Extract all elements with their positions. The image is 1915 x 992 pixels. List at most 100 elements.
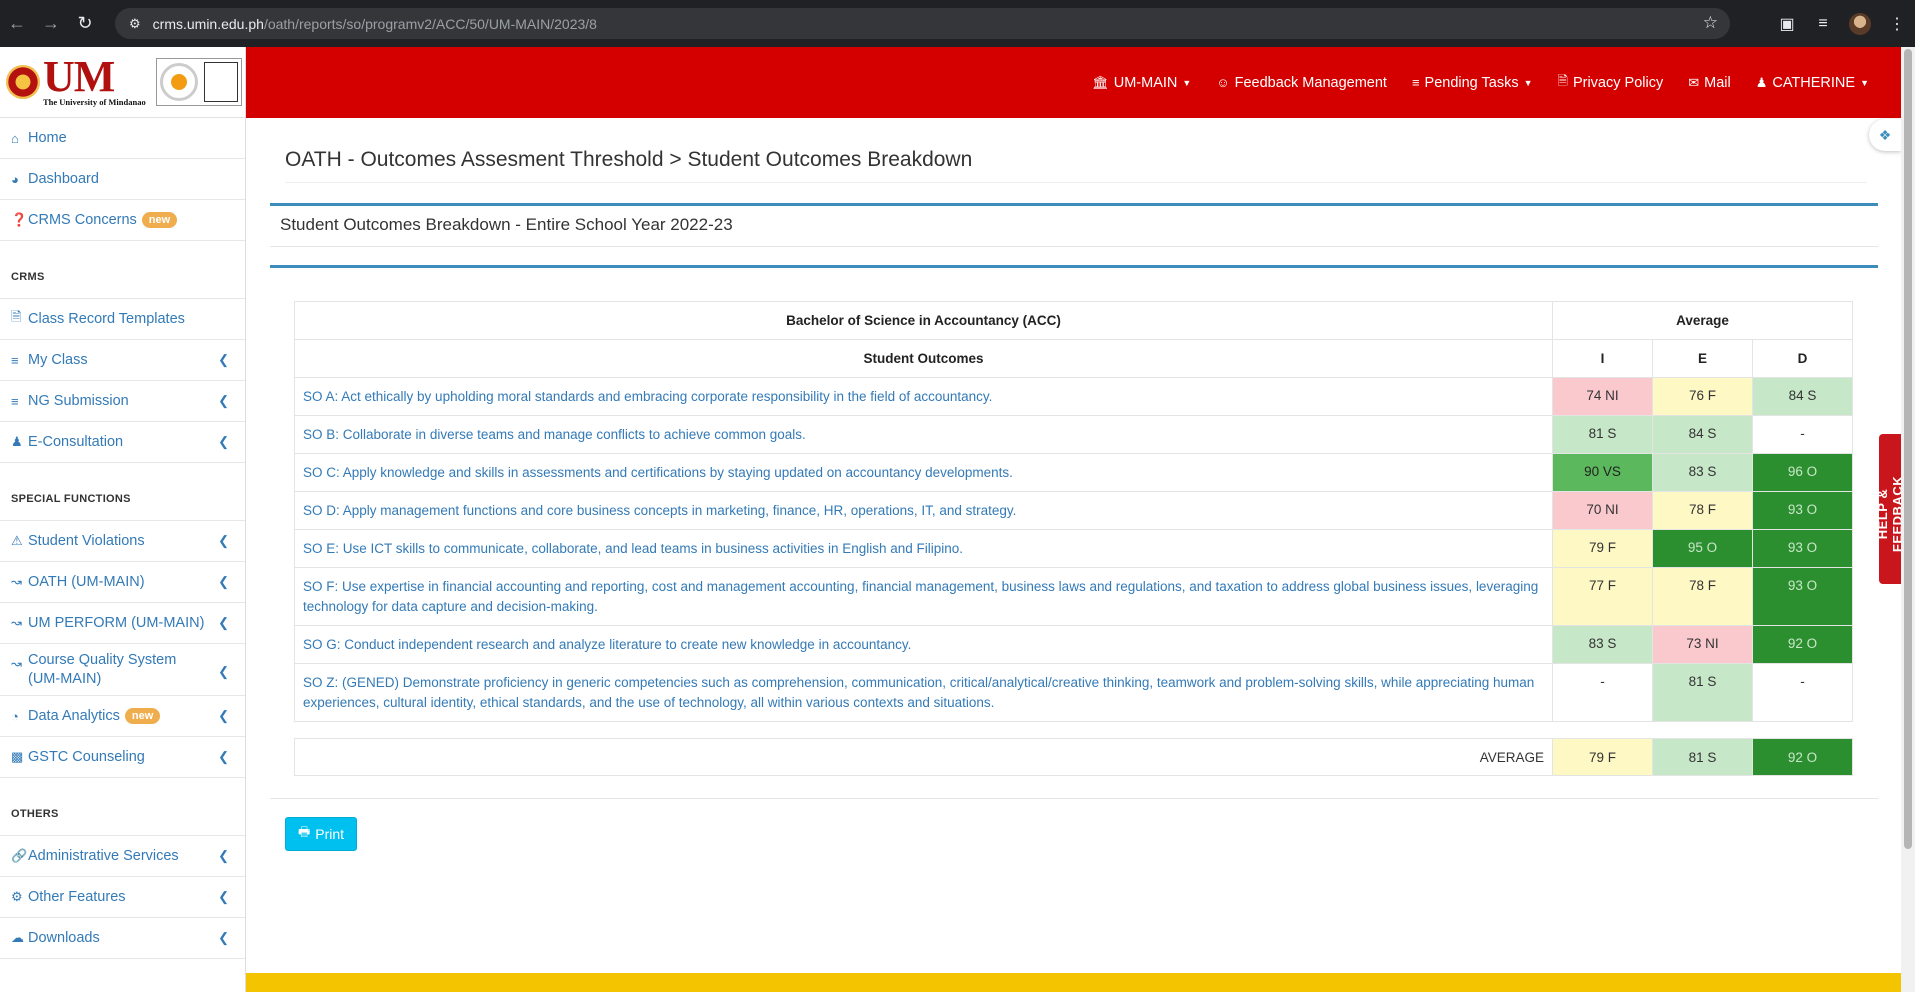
mail-link[interactable]: ✉ Mail — [1688, 75, 1731, 91]
sidebar-item-um-perform[interactable]: ↝ UM PERFORM (UM-MAIN) ❮ — [0, 603, 245, 644]
profile-avatar[interactable] — [1849, 12, 1871, 35]
sidebar-item-dashboard[interactable]: ◕ Dashboard — [0, 159, 245, 200]
line-chart-icon: ↝ — [11, 615, 22, 630]
sidebar-item-oath[interactable]: ↝ OATH (UM-MAIN) ❮ — [0, 562, 245, 603]
ukas-cert-icon — [203, 62, 238, 102]
chevron-left-icon: ❮ — [218, 533, 229, 548]
sidebar-item-course-quality-system[interactable]: ↝ Course Quality System (UM-MAIN) ❮ — [0, 644, 245, 696]
sidebar-item-e-consultation[interactable]: ♟ E-Consultation ❮ — [0, 422, 245, 463]
divider — [285, 182, 1867, 183]
floating-action-icon[interactable]: ❖ — [1869, 119, 1901, 151]
chevron-left-icon: ❮ — [218, 393, 229, 408]
table-row: SO B: Collaborate in diverse teams and m… — [294, 415, 1853, 454]
sidebar-item-student-violations[interactable]: ⚠ Student Violations ❮ — [0, 521, 245, 562]
feedback-management-link[interactable]: ☺ Feedback Management — [1216, 75, 1387, 91]
scrollbar-thumb[interactable] — [1904, 49, 1912, 849]
chevron-left-icon: ❮ — [218, 664, 229, 679]
document-icon: 🗎 — [1557, 72, 1568, 88]
sidebar-item-ng-submission[interactable]: ≡ NG Submission ❮ — [0, 381, 245, 422]
help-feedback-tab[interactable]: HELP & FEEDBACK — [1875, 434, 1905, 584]
list-icon: ≡ — [11, 393, 19, 409]
caret-down-icon: ▼ — [1182, 77, 1192, 88]
score-cell-e: 78 F — [1652, 491, 1753, 530]
menu-dots-icon[interactable]: ⋮ — [1879, 14, 1915, 34]
table-body: SO A: Act ethically by upholding moral s… — [294, 377, 1853, 722]
back-icon[interactable]: ← — [0, 13, 34, 34]
list-icon: ≡ — [11, 352, 19, 368]
score-cell-i: 77 F — [1552, 567, 1653, 626]
sidebar-item-other-features[interactable]: ⚙ Other Features ❮ — [0, 877, 245, 918]
university-logo[interactable]: UM The University of Mindanao — [0, 47, 245, 118]
sidebar-item-label: Other Features — [28, 889, 126, 905]
print-label: Print — [315, 826, 345, 842]
certification-logos — [155, 58, 242, 106]
average-value-d: 92 O — [1752, 738, 1853, 776]
average-header: Average — [1552, 301, 1853, 340]
score-cell-e: 73 NI — [1652, 625, 1753, 664]
site-info-icon[interactable]: ⚙ — [129, 16, 141, 32]
score-cell-d: 93 O — [1752, 567, 1853, 626]
reload-icon[interactable]: ↻ — [68, 13, 102, 34]
table-row: SO Z: (GENED) Demonstrate proficiency in… — [294, 663, 1853, 722]
print-button[interactable]: 🖶 Print — [285, 817, 357, 851]
user-name: CATHERINE — [1772, 74, 1856, 91]
sidebar-item-downloads[interactable]: ☁ Downloads ❮ — [0, 918, 245, 959]
score-cell-e: 84 S — [1652, 415, 1753, 454]
chevron-left-icon: ❮ — [218, 889, 229, 904]
warning-icon: ⚠ — [11, 533, 23, 548]
table-row: SO D: Apply management functions and cor… — [294, 491, 1853, 530]
sidebar-item-label: Course Quality System (UM-MAIN) — [28, 651, 177, 687]
score-cell-e: 78 F — [1652, 567, 1753, 626]
sidebar-item-home[interactable]: ⌂ Home — [0, 118, 245, 159]
sidebar-item-my-class[interactable]: ≡ My Class ❮ — [0, 340, 245, 381]
score-cell-d: - — [1752, 415, 1853, 454]
score-cell-i: - — [1552, 663, 1653, 722]
new-badge: new — [141, 212, 178, 228]
table-row: SO E: Use ICT skills to communicate, col… — [294, 529, 1853, 568]
table-spacer-row — [294, 721, 1853, 739]
program-header: Bachelor of Science in Accountancy (ACC) — [294, 301, 1553, 340]
outcome-description: SO D: Apply management functions and cor… — [294, 491, 1553, 530]
sidebar-item-data-analytics[interactable]: ◔ Data Analytics new ❮ — [0, 696, 245, 737]
file-icon: 🗎 — [11, 309, 22, 324]
reading-list-icon[interactable]: ≡ — [1805, 15, 1841, 33]
score-cell-d: 96 O — [1752, 453, 1853, 492]
privacy-policy-link[interactable]: 🗎 Privacy Policy — [1558, 72, 1664, 94]
pending-tasks-dropdown[interactable]: ≡ Pending Tasks ▼ — [1412, 75, 1533, 91]
caret-down-icon: ▼ — [1523, 77, 1533, 88]
outcome-description: SO F: Use expertise in financial account… — [294, 567, 1553, 626]
user-menu-dropdown[interactable]: ♟ CATHERINE ▼ — [1756, 75, 1869, 91]
privacy-label: Privacy Policy — [1572, 74, 1664, 91]
outcomes-header: Student Outcomes — [294, 339, 1553, 378]
sidebar-item-label: E-Consultation — [28, 434, 124, 450]
sidebar-item-label: Class Record Templates — [28, 311, 185, 327]
sidebar-item-gstc-counseling[interactable]: ▩ GSTC Counseling ❮ — [0, 737, 245, 778]
browser-toolbar: ← → ↻ ⚙ crms.umin.edu.ph/oath/reports/so… — [0, 0, 1915, 47]
score-cell-e: 81 S — [1652, 663, 1753, 722]
campus-dropdown[interactable]: 🏛 UM-MAIN ▼ — [1092, 75, 1191, 91]
university-name: The University of Mindanao — [43, 97, 146, 107]
address-bar[interactable]: ⚙ crms.umin.edu.ph/oath/reports/so/progr… — [115, 8, 1730, 39]
extensions-icon[interactable]: ▣ — [1769, 14, 1805, 34]
link-icon: 🔗 — [11, 848, 28, 863]
score-cell-d: 93 O — [1752, 491, 1853, 530]
page-scrollbar[interactable] — [1901, 47, 1915, 992]
print-icon: 🖶 — [297, 824, 311, 839]
url-text[interactable]: crms.umin.edu.ph/oath/reports/so/program… — [153, 16, 597, 32]
average-row: AVERAGE 79 F 81 S 92 O — [294, 738, 1853, 776]
sidebar-item-class-record-templates[interactable]: 🗎 Class Record Templates — [0, 299, 245, 340]
forward-icon[interactable]: → — [34, 13, 68, 34]
table-row: SO G: Conduct independent research and a… — [294, 625, 1853, 664]
line-chart-icon: ↝ — [11, 574, 22, 589]
footer-bar — [246, 973, 1901, 992]
tasks-icon: ≡ — [1411, 75, 1420, 90]
um-seal-icon — [6, 65, 40, 99]
col-header-d: D — [1752, 339, 1853, 378]
person-icon: ♟ — [11, 434, 23, 449]
col-header-e: E — [1652, 339, 1753, 378]
panel-border — [270, 265, 1878, 268]
new-badge: new — [124, 708, 161, 724]
bookmark-star-icon[interactable]: ☆ — [1703, 13, 1718, 33]
sidebar-item-administrative-services[interactable]: 🔗 Administrative Services ❮ — [0, 836, 245, 877]
sidebar-item-crms-concerns[interactable]: ❓ CRMS Concerns new — [0, 200, 245, 241]
